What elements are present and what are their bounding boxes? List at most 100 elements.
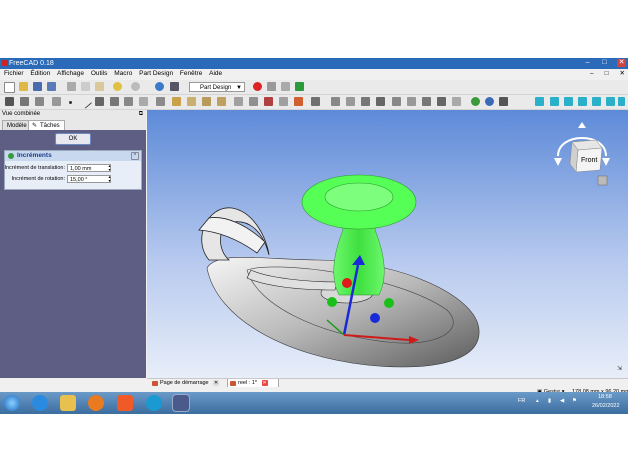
pipe-icon[interactable] <box>217 97 226 106</box>
view-front-icon[interactable] <box>550 97 559 106</box>
close-button[interactable]: ✕ <box>617 59 626 67</box>
polar-pattern-icon[interactable] <box>407 97 416 106</box>
zoom-in-icon[interactable] <box>471 97 480 106</box>
whats-this-icon[interactable] <box>170 82 179 91</box>
chamfer-icon[interactable] <box>331 97 340 106</box>
pad-icon[interactable] <box>172 97 181 106</box>
zoom-box-icon[interactable] <box>485 97 494 106</box>
workbench-selector[interactable]: Part Design ▼ <box>189 82 245 92</box>
measure-icon[interactable] <box>110 97 119 106</box>
point-icon[interactable] <box>69 101 72 104</box>
rotation-input[interactable]: 15,00 ° <box>67 175 111 183</box>
view-top-icon[interactable] <box>564 97 573 106</box>
linear-pattern-icon[interactable] <box>392 97 401 106</box>
loft-icon[interactable] <box>202 97 211 106</box>
3d-viewport[interactable]: Front ⇲ <box>147 110 628 378</box>
view-menu-icon[interactable] <box>499 97 508 106</box>
menu-outils[interactable]: Outils <box>91 70 108 77</box>
draft-icon[interactable] <box>346 97 355 106</box>
volume-icon[interactable]: ◀ <box>560 398 564 404</box>
rotation-handle-green-right[interactable] <box>384 298 394 308</box>
increments-panel-header[interactable]: Incréments ⌃ <box>5 151 141 161</box>
view-right-icon[interactable] <box>578 97 587 106</box>
menu-affichage[interactable]: Affichage <box>57 70 84 77</box>
doc-minimize-button[interactable]: – <box>590 69 594 79</box>
flag-icon[interactable]: ⚑ <box>572 398 577 404</box>
polyline-icon[interactable] <box>95 97 104 106</box>
navigation-cube[interactable]: Front <box>552 120 612 200</box>
scaled-icon[interactable] <box>422 97 431 106</box>
freecad-taskbar-icon[interactable] <box>172 394 190 412</box>
link-icon[interactable] <box>139 97 148 106</box>
maximize-button[interactable]: □ <box>600 59 609 67</box>
close-tab-icon[interactable]: ✕ <box>213 380 220 386</box>
ok-button[interactable]: OK <box>55 133 91 145</box>
subtractive-loft-icon[interactable] <box>279 97 288 106</box>
mirrored-icon[interactable] <box>376 97 385 106</box>
record-macro-icon[interactable] <box>253 82 262 91</box>
view-rear-icon[interactable] <box>592 97 601 106</box>
hole-icon[interactable] <box>249 97 258 106</box>
internet-explorer-icon[interactable] <box>32 395 48 411</box>
clock-date[interactable]: 26/02/2022 <box>592 403 620 409</box>
minimize-button[interactable]: – <box>583 59 592 67</box>
menu-fenetre[interactable]: Fenêtre <box>180 70 202 77</box>
rotation-handle-green-left[interactable] <box>327 297 337 307</box>
close-tab-icon[interactable]: ✕ <box>261 380 268 386</box>
refresh-icon[interactable] <box>155 82 164 91</box>
line-icon[interactable] <box>78 95 93 109</box>
rotation-handle-blue[interactable] <box>370 313 380 323</box>
copy-icon[interactable] <box>81 82 90 91</box>
redo-icon[interactable] <box>131 82 140 91</box>
macros-icon[interactable] <box>281 82 290 91</box>
edge-browser-icon[interactable] <box>146 395 162 411</box>
menu-macro[interactable]: Macro <box>114 70 132 77</box>
execute-macro-icon[interactable] <box>295 82 304 91</box>
float-icon[interactable]: ⧉ <box>139 110 143 119</box>
open-file-icon[interactable] <box>19 82 28 91</box>
view-bottom-icon[interactable] <box>606 97 615 106</box>
cut-icon[interactable] <box>67 82 76 91</box>
save-icon[interactable] <box>33 82 42 91</box>
fillet-icon[interactable] <box>311 97 320 106</box>
boolean-icon[interactable] <box>452 97 461 106</box>
viewport-expand-icon[interactable]: ⇲ <box>617 365 622 372</box>
view-isometric-icon[interactable] <box>535 97 544 106</box>
sketch-icon[interactable] <box>52 97 61 106</box>
part-box-icon[interactable] <box>156 97 165 106</box>
windows-start-icon[interactable] <box>4 395 20 411</box>
fit-all-icon[interactable] <box>5 97 14 106</box>
translation-input[interactable]: 1,00 mm <box>67 164 111 172</box>
menu-aide[interactable]: Aide <box>209 70 222 77</box>
menu-edition[interactable]: Édition <box>30 70 50 77</box>
multitransform-icon[interactable] <box>437 97 446 106</box>
new-file-icon[interactable] <box>4 82 15 93</box>
collapse-icon[interactable]: ⌃ <box>131 152 139 160</box>
rotation-handle-red[interactable] <box>342 278 352 288</box>
paste-icon[interactable] <box>95 82 104 91</box>
brave-browser-icon[interactable] <box>117 395 133 411</box>
draw-style-icon[interactable] <box>20 97 29 106</box>
stop-macro-icon[interactable] <box>267 82 276 91</box>
rotation-spinner-icon[interactable]: ▴ ▾ <box>107 175 112 183</box>
language-indicator[interactable]: FR <box>518 398 525 404</box>
undo-icon[interactable] <box>113 82 122 91</box>
groove-icon[interactable] <box>264 97 273 106</box>
file-explorer-icon[interactable] <box>60 395 76 411</box>
clone-icon[interactable] <box>124 97 133 106</box>
doc-restore-button[interactable]: □ <box>605 69 609 79</box>
save-as-icon[interactable] <box>47 82 56 91</box>
thickness-icon[interactable] <box>361 97 370 106</box>
doc-close-button[interactable]: ✕ <box>620 69 625 79</box>
subtractive-pipe-icon[interactable] <box>294 97 303 106</box>
bounding-box-icon[interactable] <box>35 97 44 106</box>
tray-up-icon[interactable]: ▴ <box>536 398 539 404</box>
menu-fichier[interactable]: Fichier <box>4 70 24 77</box>
pocket-icon[interactable] <box>234 97 243 106</box>
revolution-icon[interactable] <box>187 97 196 106</box>
view-left-icon[interactable] <box>618 97 625 106</box>
network-icon[interactable]: ▮ <box>548 398 551 404</box>
clock-time[interactable]: 18:58 <box>598 394 612 400</box>
media-player-icon[interactable] <box>88 395 104 411</box>
menu-part-design[interactable]: Part Design <box>139 70 173 77</box>
